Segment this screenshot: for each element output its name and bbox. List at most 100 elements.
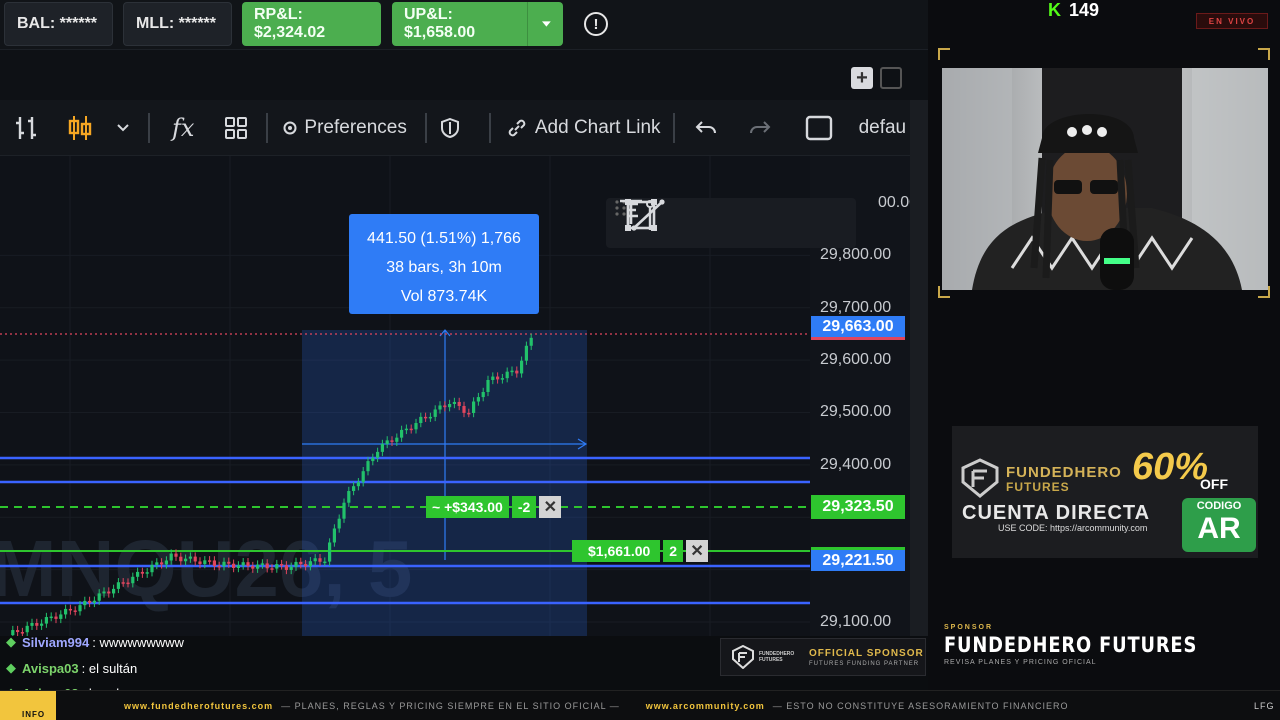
position-pnl: $1,661.00 xyxy=(572,540,661,562)
candle-body xyxy=(452,401,456,405)
candle-body xyxy=(476,397,480,402)
candle-body xyxy=(289,566,293,570)
candle-body xyxy=(438,405,442,410)
candle-body xyxy=(222,561,226,567)
ticker-tag: LFG xyxy=(1254,700,1275,711)
candle-body xyxy=(515,370,519,374)
ticker-site: www.fundedherofutures.com xyxy=(124,700,274,711)
candle-body xyxy=(356,482,360,487)
toolbar-divider xyxy=(424,112,427,143)
chart-toolbar: fx Preferences Add Chart Link defau xyxy=(0,100,910,156)
candle-body xyxy=(73,610,77,612)
ad-brand: FUNDEDHERO xyxy=(1006,464,1122,481)
candle-body xyxy=(208,560,212,562)
price-tick: 29,700.00 xyxy=(820,299,892,316)
candle-body xyxy=(472,401,476,414)
shield-icon[interactable] xyxy=(440,117,459,138)
candlestick-icon[interactable] xyxy=(68,115,92,141)
select-box-icon[interactable] xyxy=(805,115,833,141)
ad-off: OFF xyxy=(1200,476,1228,492)
candle-body xyxy=(49,616,53,619)
candle-body xyxy=(112,588,116,594)
preferences-button[interactable]: Preferences xyxy=(282,116,407,139)
add-chart-link-button[interactable]: Add Chart Link xyxy=(507,117,661,139)
drawing-toolbar xyxy=(606,198,856,248)
candle-body xyxy=(510,370,514,373)
fundedhero-logo-icon xyxy=(961,458,999,498)
candle-body xyxy=(337,518,341,529)
price-tick: 29,400.00 xyxy=(820,456,892,473)
candle-body xyxy=(131,576,135,584)
add-panel-icon[interactable]: + xyxy=(851,67,873,89)
sponsor-block: SPONSOR FUNDEDHERO FUTURES REVISA PLANES… xyxy=(944,624,1242,666)
badge-icon: ◆ xyxy=(6,660,16,675)
candle-body xyxy=(294,561,298,567)
candle-body xyxy=(428,416,432,419)
ad-headline: CUENTA DIRECTA xyxy=(962,502,1151,524)
position-order[interactable]: $1,661.00 2 ✕ xyxy=(572,540,709,562)
candle-body xyxy=(414,423,418,430)
bar-chart-icon[interactable] xyxy=(14,115,38,141)
candle-body xyxy=(140,571,144,574)
template-dropdown[interactable]: defau xyxy=(859,117,907,139)
webcam-feed xyxy=(942,68,1268,290)
undo-icon[interactable] xyxy=(695,120,717,136)
candle-body xyxy=(160,562,164,565)
measure-bars: 38 bars, 3h 10m xyxy=(386,259,502,276)
official-sponsor-tag: FUNDEDHERO FUTURES OFFICIAL SPONSOR FUTU… xyxy=(720,638,926,676)
sponsor-ad-banner[interactable]: FUNDEDHERO FUTURES 60% OFF CUENTA DIRECT… xyxy=(952,426,1258,558)
candle-body xyxy=(164,560,168,565)
maximize-icon[interactable] xyxy=(880,67,902,89)
layout-grid-icon[interactable] xyxy=(224,116,248,140)
toolbar-divider xyxy=(266,112,269,143)
last-price-tag: 29,663.00 xyxy=(811,316,905,340)
candle-body xyxy=(500,378,504,380)
price-chart[interactable]: MNQU26, 5 00.00 29,800.00 29,700.00 29,6… xyxy=(0,156,910,636)
pill-divider xyxy=(527,2,529,46)
candle-body xyxy=(304,564,308,567)
candle-body xyxy=(150,564,154,573)
price-tick: 29,800.00 xyxy=(820,246,892,263)
candle-body xyxy=(467,412,471,415)
position-qty: 2 xyxy=(663,540,684,562)
balance-pill[interactable]: BAL: ****** xyxy=(4,2,113,46)
chart-scroll-edge xyxy=(910,100,928,636)
candle-body xyxy=(64,608,68,615)
live-badge: EN VIVO xyxy=(1196,13,1268,29)
sponsor-logo-text: FUNDEDHERO FUTURES xyxy=(759,651,795,663)
ticker-info-badge: INFO xyxy=(0,691,56,720)
chevron-down-icon[interactable] xyxy=(116,123,130,133)
preferences-label: Preferences xyxy=(304,116,407,138)
account-bar: BAL: ****** MLL: ****** RP&L: $2,324.02 … xyxy=(0,0,928,50)
cancel-order-icon[interactable]: ✕ xyxy=(539,496,562,518)
candle-body xyxy=(462,405,466,413)
toolbar-divider xyxy=(488,112,491,143)
order-pnl: ~ +$343.00 xyxy=(426,496,509,518)
candle-body xyxy=(284,565,288,570)
chat-message: ◆ Avispa03 : el sultán xyxy=(6,660,137,676)
rectangle-tool-icon[interactable] xyxy=(624,198,658,232)
candle-body xyxy=(520,360,524,374)
working-order[interactable]: ~ +$343.00 -2 ✕ xyxy=(426,496,562,518)
gear-icon xyxy=(283,121,297,134)
candle-body xyxy=(227,561,231,564)
unrealized-pnl-pill[interactable]: UP&L: $1,658.00 xyxy=(392,2,563,46)
badge-icon: ◆ xyxy=(6,634,16,649)
realized-pnl-pill[interactable]: RP&L: $2,324.02 xyxy=(242,2,381,46)
mll-pill[interactable]: MLL: ****** xyxy=(123,2,232,46)
close-position-icon[interactable]: ✕ xyxy=(686,540,709,562)
candle-body xyxy=(419,416,423,424)
candle-body xyxy=(433,409,437,417)
order-price-tag: 29,323.50 xyxy=(811,495,905,519)
redo-icon[interactable] xyxy=(749,120,771,136)
candle-body xyxy=(251,566,255,569)
sponsor-label: SPONSOR xyxy=(944,624,994,631)
frame-corner xyxy=(1258,48,1270,60)
candle-body xyxy=(424,416,428,419)
unrealized-pnl-label: UP&L: $1,658.00 xyxy=(404,6,476,41)
candle-body xyxy=(97,593,101,601)
candle-body xyxy=(83,600,87,606)
candle-body xyxy=(332,528,336,543)
alert-icon[interactable]: ! xyxy=(584,12,608,36)
indicators-icon[interactable]: fx xyxy=(172,114,194,142)
